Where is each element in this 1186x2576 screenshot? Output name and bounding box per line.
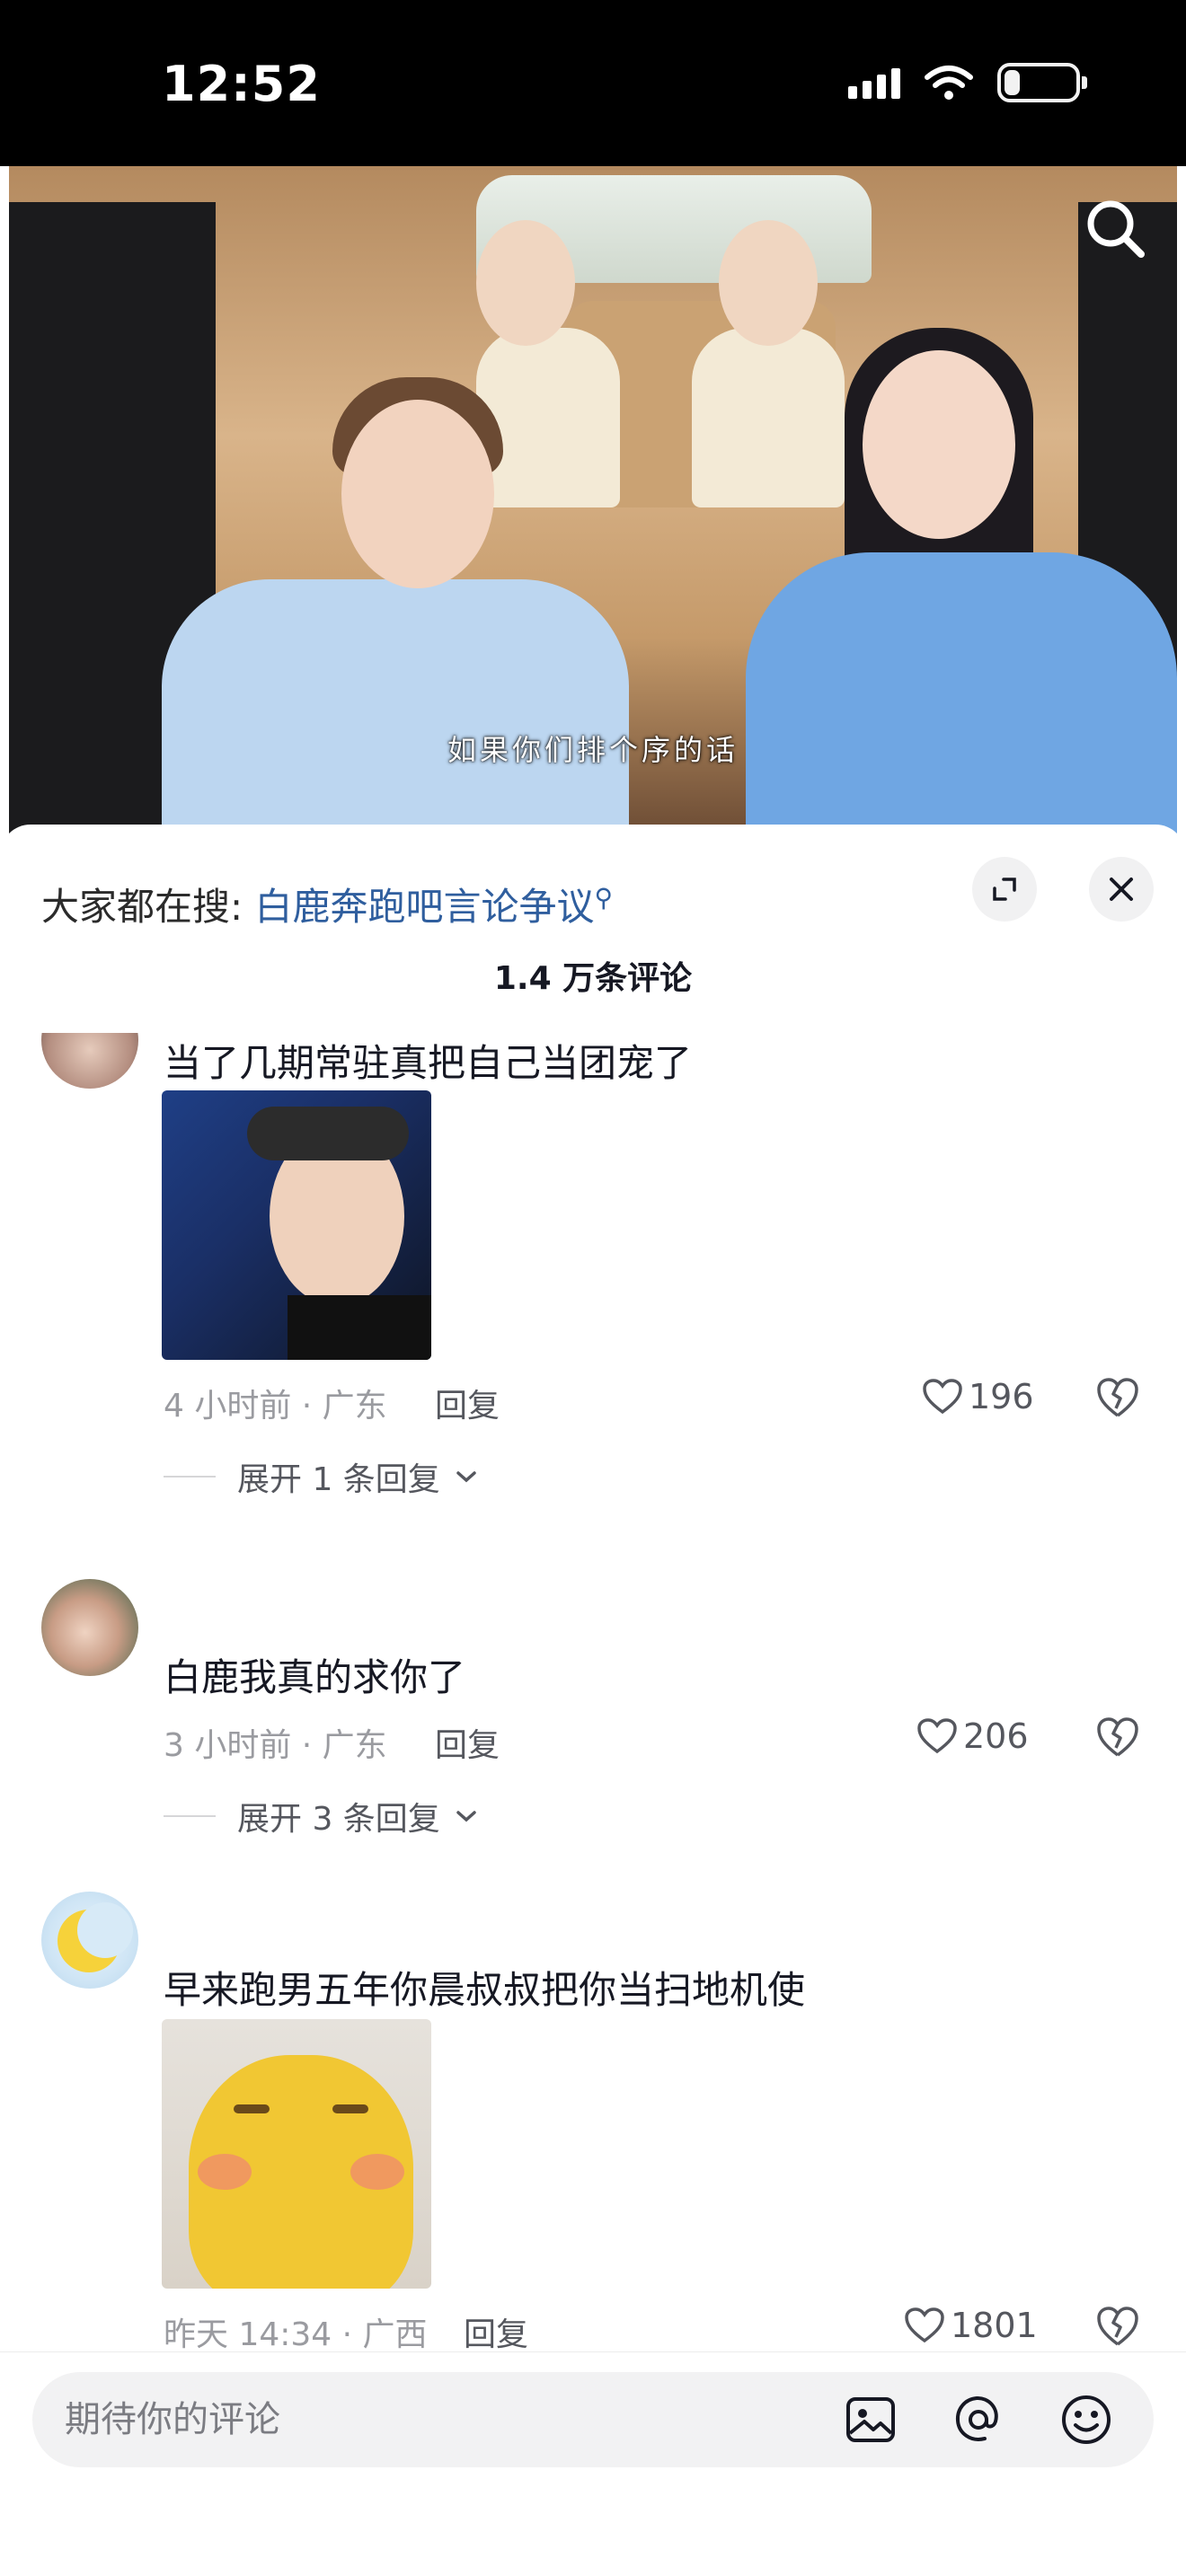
expand-button[interactable] [972,857,1037,922]
video-player[interactable]: 如果你们排个序的话 [9,166,1177,840]
video-person-back-left [476,220,575,346]
status-bar: 12:52 [0,0,1186,166]
divider [164,1815,216,1817]
expand-replies-button[interactable]: 展开 1 条回复 [164,1453,478,1500]
hot-search-bar[interactable]: 大家都在搜: 白鹿奔跑吧言论争议⚲ [41,877,613,931]
comment-text: 早来跑男五年你晨叔叔把你当扫地机使 [164,1968,806,2012]
like-button[interactable]: 206 [916,1716,1029,1756]
hot-search-prefix: 大家都在搜: [41,885,243,929]
comment-time-location: 3 小时前 · 广东 [164,1727,387,1764]
divider [164,1476,216,1478]
like-button[interactable]: 196 [922,1377,1034,1416]
video-person-front-left [341,400,494,588]
comment-image-eye-right [332,2104,368,2113]
like-count: 1801 [951,2306,1038,2345]
hot-search-term[interactable]: 白鹿奔跑吧言论争议 [255,885,595,929]
close-button[interactable] [1089,857,1154,922]
image-icon[interactable] [843,2392,898,2448]
search-icon[interactable] [1080,193,1152,265]
battery-icon [997,63,1087,102]
comment-text: 白鹿我真的求你了 [164,1655,466,1699]
battery-level [1005,70,1020,95]
at-icon[interactable] [951,2392,1006,2448]
comment-count: 1.4 万条评论 [493,960,693,997]
like-count: 206 [963,1716,1029,1756]
status-time: 12:52 [162,56,321,112]
video-person-back-left-body [476,328,620,507]
video-person-front-right [863,350,1015,539]
cellular-signal-icon [848,66,900,99]
video-person-front-left-body [162,579,629,840]
comment-image-eye-left [234,2104,270,2113]
comment-sheet: 大家都在搜: 白鹿奔跑吧言论争议⚲ 1.4 万条评论 当了几期常驻真把自己当团宠… [0,825,1186,2576]
chevron-down-icon [456,1471,476,1483]
reply-button[interactable]: 回复 [435,1719,500,1766]
comment-image-blush-right [350,2154,404,2190]
dislike-icon[interactable] [1094,1714,1141,1760]
expand-icon [993,878,1016,901]
avatar[interactable] [41,1579,138,1676]
comment-input-bar [0,2351,1186,2576]
reply-button[interactable]: 回复 [464,2308,528,2355]
video-person-back-right [719,220,818,346]
heart-icon [923,1379,962,1415]
dislike-icon[interactable] [1094,1374,1141,1421]
avatar[interactable] [41,1033,138,1089]
like-button[interactable]: 1801 [904,2306,1038,2345]
comment-time-location: 4 小时前 · 广东 [164,1388,387,1425]
comment-image-blush-left [198,2154,252,2190]
video-subtitle: 如果你们排个序的话 [447,733,739,767]
expand-replies-label: 展开 1 条回复 [237,1461,440,1498]
video-person-back-right-body [692,328,845,507]
comment-input[interactable] [65,2372,801,2467]
avatar-moon-cut [77,1902,133,1958]
hot-search-magnifier-icon: ⚲ [594,883,614,913]
comment-text: 当了几期常驻真把自己当团宠了 [164,1041,693,1085]
comment-image-headband [247,1107,409,1160]
close-icon [1110,878,1133,901]
like-count: 196 [969,1377,1034,1416]
comment-image[interactable] [162,1090,431,1360]
comment-time-location: 昨天 14:34 · 广西 [164,2316,428,2353]
expand-replies-button[interactable]: 展开 3 条回复 [164,1793,478,1839]
wifi-icon [925,66,973,100]
comment-image[interactable] [162,2019,431,2289]
expand-replies-label: 展开 3 条回复 [237,1801,440,1838]
chevron-down-icon [456,1811,476,1822]
dislike-icon[interactable] [1094,2303,1141,2350]
heart-icon [917,1718,957,1754]
emoji-icon[interactable] [1058,2392,1114,2448]
video-person-front-right-body [746,552,1177,840]
avatar[interactable] [41,1892,138,1989]
status-icons [848,63,1087,102]
heart-icon [905,2307,944,2343]
comment-input-container[interactable] [32,2372,1154,2467]
comment-image-collar [288,1295,431,1360]
reply-button[interactable]: 回复 [435,1380,500,1426]
